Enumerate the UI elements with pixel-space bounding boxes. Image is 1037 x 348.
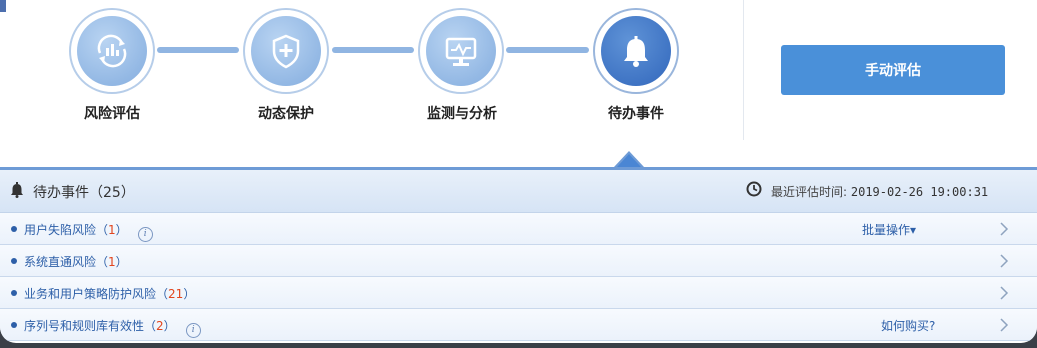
bullet-icon bbox=[11, 290, 17, 296]
step-ring bbox=[418, 8, 504, 94]
chevron-right-icon[interactable] bbox=[999, 221, 1009, 237]
batch-operation-dropdown[interactable]: 批量操作▾ bbox=[862, 221, 916, 238]
row-count: 2 bbox=[156, 319, 164, 333]
row-label: 业务和用户策略防护风险 bbox=[24, 287, 157, 301]
step-connector bbox=[157, 47, 239, 53]
last-evaluation-time: 最近评估时间: 2019-02-26 19:00:31 bbox=[771, 183, 988, 200]
row-count: 1 bbox=[108, 255, 116, 269]
divider bbox=[743, 0, 744, 140]
risk-assessment-icon bbox=[77, 16, 147, 86]
manual-evaluate-button[interactable]: 手动评估 bbox=[781, 45, 1005, 95]
row-count: 1 bbox=[108, 223, 116, 237]
active-step-pointer-inner bbox=[617, 154, 641, 167]
info-icon[interactable]: i bbox=[185, 323, 201, 338]
row-text: 系统直通风险（1） bbox=[24, 255, 128, 269]
last-eval-label: 最近评估时间: bbox=[771, 185, 848, 199]
row-text: 序列号和规则库有效性（2） i bbox=[24, 317, 201, 338]
list-item-policy-protection-risk[interactable]: 业务和用户策略防护风险（21） bbox=[0, 277, 1037, 309]
clock-icon bbox=[746, 181, 762, 197]
shield-plus-icon bbox=[251, 16, 321, 86]
bullet-icon bbox=[11, 226, 17, 232]
info-icon[interactable]: i bbox=[137, 227, 153, 242]
step-label: 风险评估 bbox=[84, 106, 140, 122]
chevron-right-icon[interactable] bbox=[999, 317, 1009, 333]
step-label: 动态保护 bbox=[258, 106, 314, 122]
list-item-system-passthrough-risk[interactable]: 系统直通风险（1） bbox=[0, 245, 1037, 277]
bullet-icon bbox=[11, 322, 17, 328]
main-card: 风险评估 动态保护 监测与分析 待办事件 手动评估 待办事件（25） 最近评估时… bbox=[0, 0, 1037, 343]
row-label: 用户失陷风险 bbox=[24, 223, 97, 237]
list-item-user-compromise-risk[interactable]: 用户失陷风险（1） i 批量操作▾ bbox=[0, 213, 1037, 245]
monitor-chart-icon bbox=[426, 16, 496, 86]
how-to-buy-link[interactable]: 如何购买? bbox=[881, 317, 935, 334]
bell-icon bbox=[11, 182, 23, 198]
step-label: 监测与分析 bbox=[427, 106, 497, 122]
row-label: 序列号和规则库有效性 bbox=[24, 319, 145, 333]
list-item-license-validity[interactable]: 序列号和规则库有效性（2） i 如何购买? bbox=[0, 309, 1037, 341]
step-ring bbox=[243, 8, 329, 94]
step-navigation: 风险评估 动态保护 监测与分析 待办事件 bbox=[0, 0, 742, 140]
step-ring bbox=[593, 8, 679, 94]
step-connector bbox=[506, 47, 589, 53]
row-count: 21 bbox=[168, 287, 184, 301]
step-connector bbox=[332, 47, 414, 53]
bullet-icon bbox=[11, 258, 17, 264]
last-eval-value: 2019-02-26 19:00:31 bbox=[850, 185, 989, 199]
bell-icon bbox=[601, 16, 671, 86]
chevron-right-icon[interactable] bbox=[999, 285, 1009, 301]
row-text: 业务和用户策略防护风险（21） bbox=[24, 287, 196, 301]
row-label: 系统直通风险 bbox=[24, 255, 97, 269]
step-ring bbox=[69, 8, 155, 94]
panel-title: 待办事件（25） bbox=[33, 185, 135, 201]
chevron-right-icon[interactable] bbox=[999, 253, 1009, 269]
row-text: 用户失陷风险（1） i bbox=[24, 221, 153, 242]
step-label: 待办事件 bbox=[608, 106, 664, 122]
